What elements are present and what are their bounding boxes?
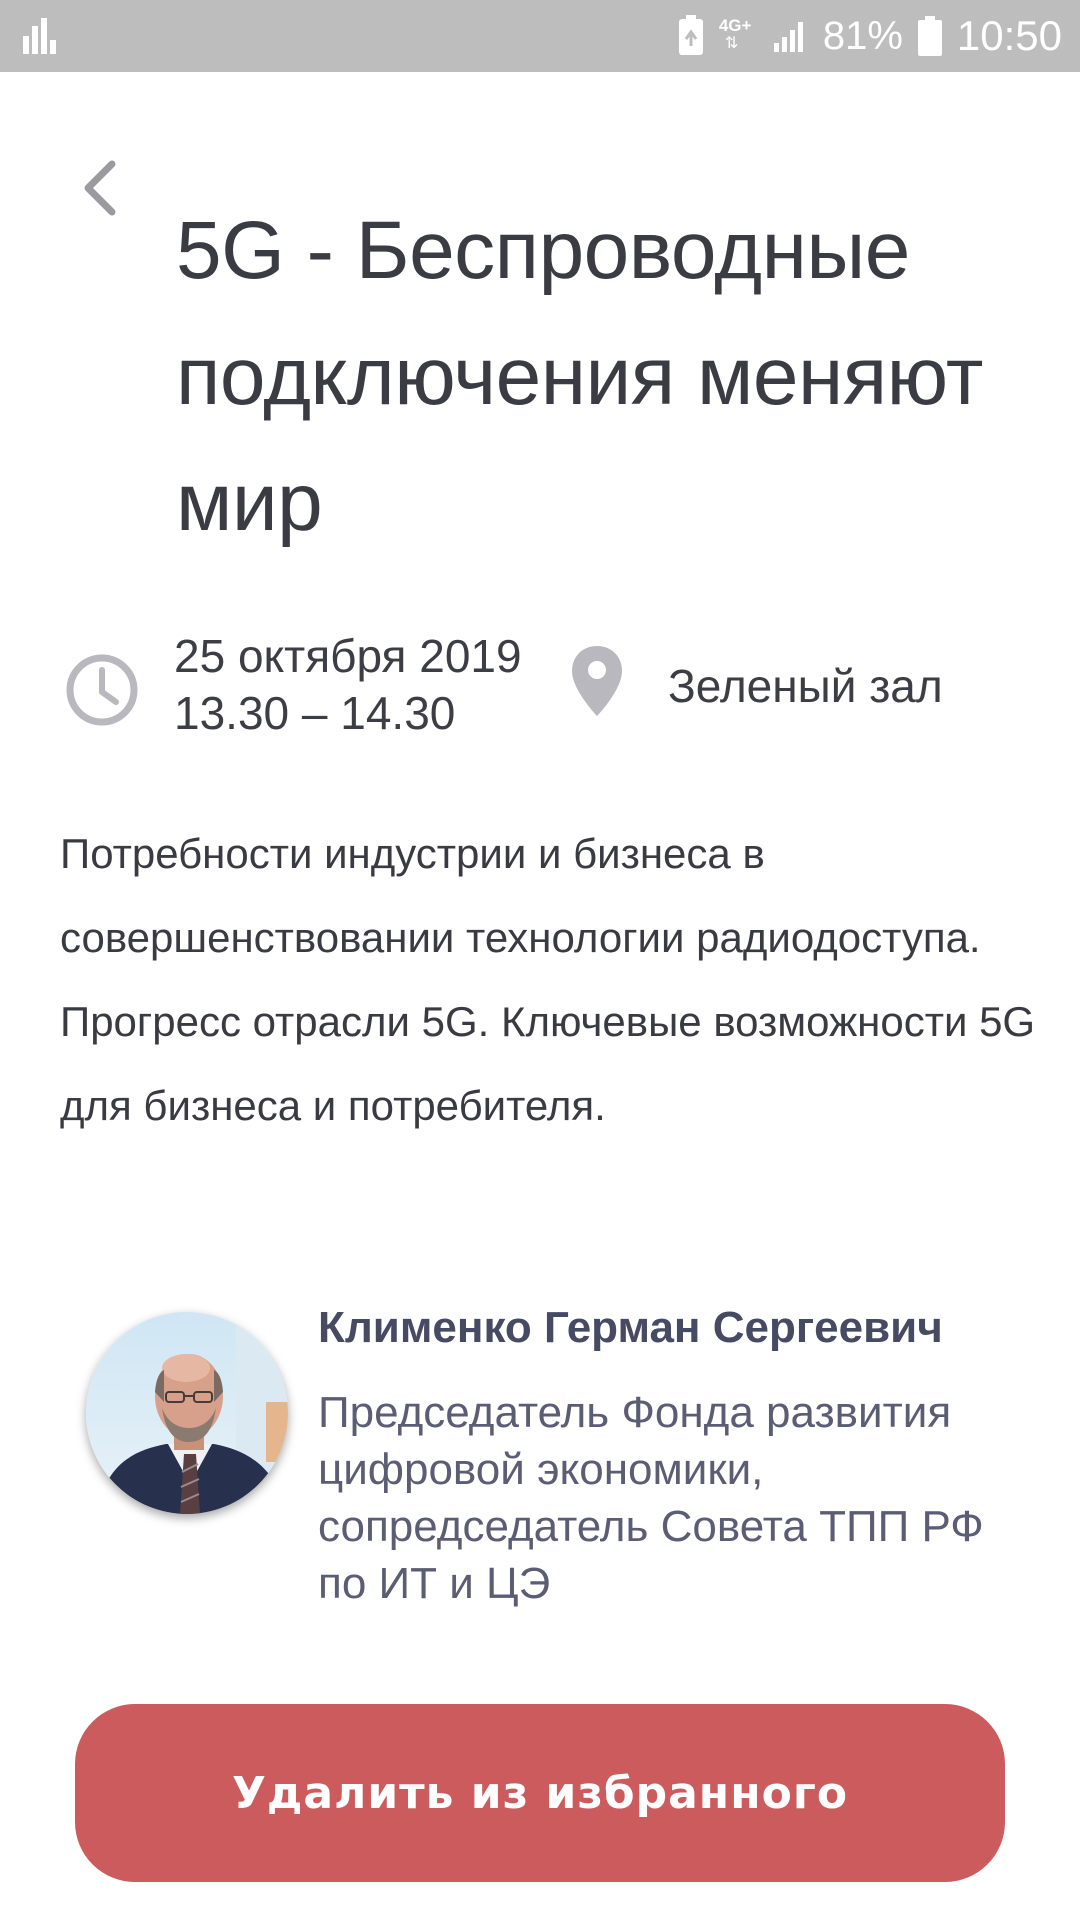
session-description: Потребности индустрии и бизнеса в соверш…: [60, 830, 1036, 1129]
battery-percent: 81%: [822, 13, 903, 58]
network-type-label: 4G+: [718, 16, 752, 35]
signal-activity-icon: [23, 18, 56, 54]
speaker-avatar[interactable]: [86, 1312, 288, 1514]
cell-signal-icon: [773, 22, 803, 52]
status-bar: 4G+ ⇅ 81% 10:50: [0, 0, 1080, 72]
session-place: Зеленый зал: [668, 660, 943, 712]
battery-icon: [917, 16, 942, 56]
back-button[interactable]: [70, 150, 130, 230]
clock-icon: [66, 654, 138, 726]
session-title: 5G - Беспроводные подключения меняют мир: [176, 205, 983, 548]
speaker-role: Председатель Фонда развития цифровой эко…: [318, 1388, 984, 1608]
data-arrows-icon: ⇅: [724, 35, 739, 52]
session-meta: 25 октября 2019 13.30 – 14.30 Зеленый за…: [0, 628, 1080, 748]
session-date: 25 октября 2019: [174, 630, 522, 682]
speaker-name[interactable]: Клименко Герман Сергеевич: [318, 1298, 943, 1358]
speaker-photo: [86, 1312, 288, 1514]
chevron-left-icon: [84, 160, 116, 216]
remove-from-favorites-button[interactable]: Удалить из избранного: [75, 1704, 1005, 1882]
status-right: 4G+ ⇅ 81% 10:50: [677, 0, 1062, 72]
clock-time: 10:50: [956, 12, 1062, 59]
battery-saver-icon: [678, 15, 703, 55]
session-time-range: 13.30 – 14.30: [174, 687, 456, 739]
date-time-block: 25 октября 2019 13.30 – 14.30: [174, 628, 522, 742]
network-type-indicator: 4G+ ⇅: [719, 14, 759, 58]
location-pin-icon: [572, 646, 622, 716]
